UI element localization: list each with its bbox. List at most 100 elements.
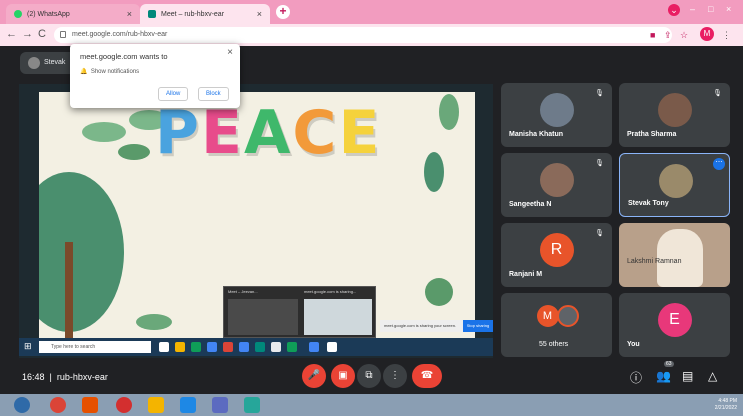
allow-button[interactable]: Allow (158, 87, 189, 101)
present-button[interactable]: ⧉ (357, 364, 381, 388)
presenter-name: Stevak (44, 59, 66, 66)
participant-tile[interactable]: E You (619, 293, 730, 357)
task-view-icon[interactable] (159, 342, 169, 352)
avatar (657, 93, 692, 127)
participant-tile[interactable]: M 55 others (501, 293, 612, 357)
preview-image (228, 299, 298, 335)
preview-title-2: meet.google.com is sharing... (304, 289, 357, 294)
tab-label: (2) WhatsApp (27, 10, 70, 18)
clock-date: 2/21/2022 (714, 405, 737, 411)
address-bar[interactable]: meet.google.com/rub-hbxv-ear (54, 27, 672, 43)
participant-name: Lakshmi Ramnan (627, 258, 682, 265)
url-text: meet.google.com/rub-hbxv-ear (72, 31, 168, 38)
leaf (136, 314, 172, 330)
stop-sharing-button[interactable]: Stop sharing (463, 320, 493, 332)
lock-icon (60, 31, 66, 38)
tree-trunk (65, 242, 73, 342)
participant-name: Sangeetha N (509, 201, 552, 208)
leaf (424, 152, 444, 192)
chrome-icon[interactable] (309, 342, 319, 352)
avatar: M (536, 305, 559, 327)
app-icon[interactable] (327, 342, 337, 352)
close-window-icon[interactable]: × (726, 4, 731, 14)
windows-start-icon[interactable]: ⊞ (24, 341, 32, 352)
reload-icon[interactable]: C (38, 28, 46, 40)
taskbar-preview[interactable]: Meet – Jeevan... meet.google.com is shar… (223, 286, 376, 338)
close-icon[interactable]: × (227, 47, 233, 58)
browser-toolbar: ← → C meet.google.com/rub-hbxv-ear ■ ⇪ ☆… (0, 24, 743, 46)
mic-toggle-button[interactable]: 🎤 (302, 364, 326, 388)
profile-dropdown-icon[interactable]: ⌄ (668, 4, 680, 16)
close-tab-icon[interactable]: × (257, 9, 262, 19)
back-icon[interactable]: ← (6, 28, 17, 40)
participant-tile[interactable]: R Ranjani M 🎙 (501, 223, 612, 287)
peace-letter: C (292, 98, 339, 168)
app-icon[interactable] (212, 397, 228, 413)
more-options-icon[interactable]: ⋯ (713, 158, 725, 170)
share-icon[interactable]: ⇪ (664, 30, 672, 41)
app-icon[interactable] (180, 397, 196, 413)
app-icon[interactable] (239, 342, 249, 352)
activities-icon[interactable]: △ (708, 369, 717, 383)
mic-muted-icon: 🎙 (595, 160, 604, 167)
app-icon[interactable] (207, 342, 217, 352)
preview-title-1: Meet – Jeevan... (228, 289, 258, 294)
mic-muted-icon: 🎙 (595, 230, 604, 237)
star-icon[interactable]: ☆ (680, 30, 688, 41)
minimize-icon[interactable]: – (690, 4, 695, 14)
avatar (658, 164, 693, 198)
tab-meet[interactable]: Meet – rub-hbxv-ear × (140, 4, 270, 24)
participant-tile[interactable]: Stevak Tony ⋯ (619, 153, 730, 217)
explorer-icon[interactable] (148, 397, 164, 413)
app-icon[interactable] (244, 397, 260, 413)
chrome-icon[interactable] (50, 397, 66, 413)
meeting-time: 16:48 (22, 372, 45, 382)
peace-letter: P (155, 98, 201, 168)
app-icon[interactable] (271, 342, 281, 352)
participant-name: Manisha Khatun (509, 131, 564, 138)
app-icon[interactable] (82, 397, 98, 413)
participant-tile[interactable]: Sangeetha N 🎙 (501, 153, 612, 217)
system-tray: 4:48 PM 2/21/2022 (715, 398, 737, 412)
camera-permission-icon[interactable]: ■ (650, 30, 655, 40)
forward-icon[interactable]: → (22, 28, 33, 40)
participant-tile[interactable]: Lakshmi Ramnan (619, 223, 730, 287)
maximize-icon[interactable]: □ (708, 4, 713, 14)
app-icon[interactable] (287, 342, 297, 352)
participant-tile[interactable]: Pratha Sharma 🎙 (619, 83, 730, 147)
peace-letter: E (200, 98, 244, 168)
people-icon[interactable]: 👥 (656, 369, 671, 383)
explorer-icon[interactable] (175, 342, 185, 352)
app-icon[interactable] (223, 342, 233, 352)
chat-icon[interactable]: ▤ (682, 369, 693, 383)
avatar (539, 163, 574, 197)
camera-toggle-button[interactable]: ▣ (331, 364, 355, 388)
avatar[interactable]: M (700, 27, 714, 41)
tree-canopy (39, 172, 124, 332)
popup-row-label: Show notifications (90, 69, 140, 75)
block-button[interactable]: Block (198, 87, 229, 101)
participant-tile[interactable]: Manisha Khatun 🎙 (501, 83, 612, 147)
app-icon[interactable] (255, 342, 265, 352)
browser-tab-strip: (2) WhatsApp × Meet – rub-hbxv-ear × + ⌄… (0, 0, 743, 24)
more-options-button[interactable]: ⋮ (383, 364, 407, 388)
mic-muted-icon: 🎙 (595, 90, 604, 97)
windows-taskbar: 4:48 PM 2/21/2022 (0, 394, 743, 416)
leaf (439, 94, 459, 130)
leave-call-button[interactable]: ☎ (412, 364, 442, 388)
start-icon[interactable] (14, 397, 30, 413)
menu-icon[interactable]: ⋮ (722, 30, 731, 41)
new-tab-button[interactable]: + (276, 5, 290, 19)
info-icon[interactable]: ⓘ (630, 369, 642, 386)
avatar: E (657, 303, 692, 337)
app-icon[interactable] (116, 397, 132, 413)
taskbar-search[interactable]: Type here to search (39, 341, 151, 353)
avatar: R (539, 233, 574, 267)
tab-whatsapp[interactable]: (2) WhatsApp × (6, 4, 140, 24)
clock-time: 4:48 PM (718, 398, 737, 404)
close-tab-icon[interactable]: × (127, 9, 132, 19)
avatar (556, 305, 579, 327)
app-icon[interactable] (191, 342, 201, 352)
meeting-info: 16:48 | rub-hbxv-ear (22, 372, 108, 382)
peace-letter: E (338, 98, 382, 168)
